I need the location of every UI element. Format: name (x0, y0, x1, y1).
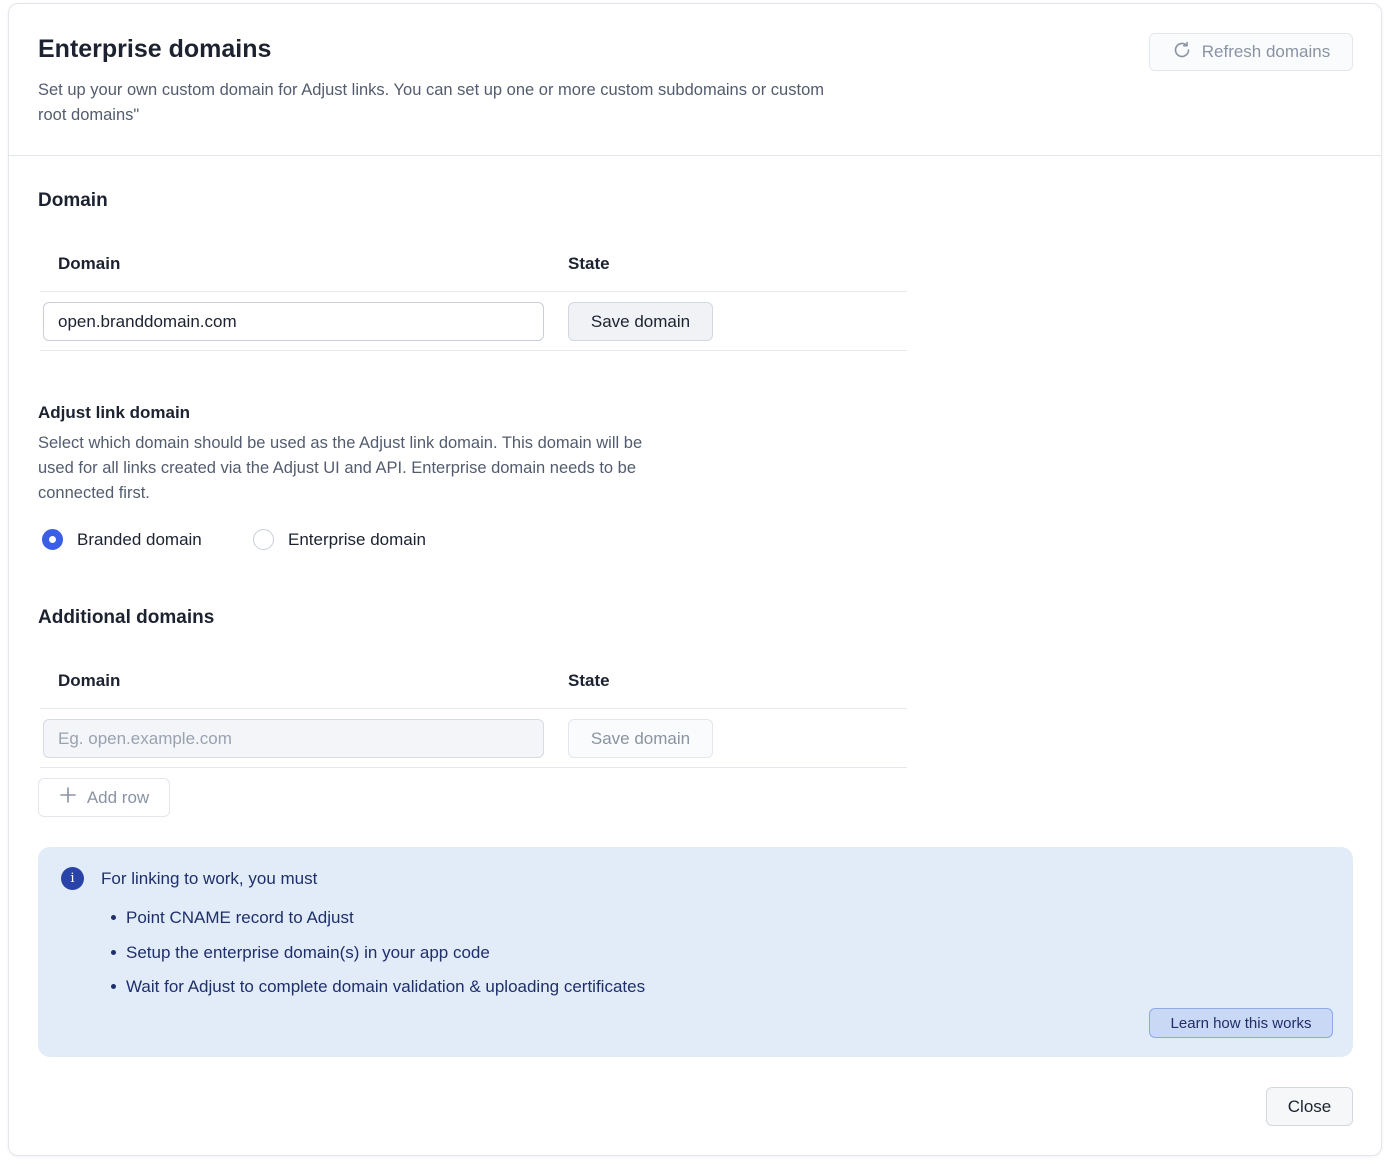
list-item: Setup the enterprise domain(s) in your a… (111, 940, 645, 975)
enterprise-domains-modal: Enterprise domains Set up your own custo… (8, 3, 1382, 1156)
learn-how-button[interactable]: Learn how this works (1149, 1008, 1333, 1038)
bullet-icon (111, 915, 116, 920)
additional-section-title: Additional domains (38, 607, 215, 628)
domain-input[interactable] (43, 302, 544, 341)
link-domain-description: Select which domain should be used as th… (38, 434, 643, 502)
table-divider (40, 767, 907, 768)
list-item-text: Wait for Adjust to complete domain valid… (126, 977, 646, 996)
save-additional-domain-button[interactable]: Save domain (568, 719, 713, 758)
refresh-domains-label: Refresh domains (1201, 42, 1331, 61)
bullet-icon (111, 949, 116, 955)
modal-header: Enterprise domains Set up your own custo… (9, 4, 1381, 156)
state-column-header: State (568, 671, 610, 690)
page-title: Enterprise domains (38, 35, 272, 63)
add-row-label: Add row (86, 787, 150, 807)
domain-column-header: Domain (58, 254, 121, 273)
radio-branded-label: Branded domain (77, 529, 202, 549)
radio-unchecked-icon[interactable] (253, 529, 274, 550)
link-domain-title: Adjust link domain (38, 403, 191, 422)
save-domain-button[interactable]: Save domain (568, 302, 713, 341)
info-list: Point CNAME record to Adjust Setup the e… (111, 905, 645, 1009)
info-callout: i For linking to work, you must Point CN… (38, 847, 1353, 1057)
list-item-text: Point CNAME record to Adjust (126, 908, 354, 927)
domain-section-title: Domain (38, 190, 108, 211)
table-divider (40, 350, 907, 351)
list-item-text: Setup the enterprise domain(s) in your a… (126, 942, 490, 962)
domain-column-header: Domain (58, 671, 121, 690)
close-button[interactable]: Close (1266, 1087, 1353, 1126)
refresh-domains-button[interactable]: Refresh domains (1149, 33, 1353, 71)
add-row-button[interactable]: Add row (38, 778, 170, 817)
radio-checked-icon[interactable] (42, 529, 63, 550)
radio-enterprise-label: Enterprise domain (288, 529, 426, 549)
refresh-icon (1172, 40, 1192, 65)
table-divider (40, 708, 907, 709)
additional-domain-input[interactable] (43, 719, 544, 758)
plus-icon (59, 786, 77, 809)
info-icon: i (61, 867, 84, 890)
list-item: Point CNAME record to Adjust (111, 905, 645, 940)
bullet-icon (111, 984, 116, 989)
info-title: For linking to work, you must (101, 869, 318, 888)
table-divider (40, 291, 907, 292)
page-subtitle: Set up your own custom domain for Adjust… (38, 81, 824, 124)
state-column-header: State (568, 254, 610, 273)
radio-enterprise-domain[interactable]: Enterprise domain (253, 529, 426, 550)
list-item: Wait for Adjust to complete domain valid… (111, 974, 645, 1009)
radio-branded-domain[interactable]: Branded domain (42, 529, 202, 550)
